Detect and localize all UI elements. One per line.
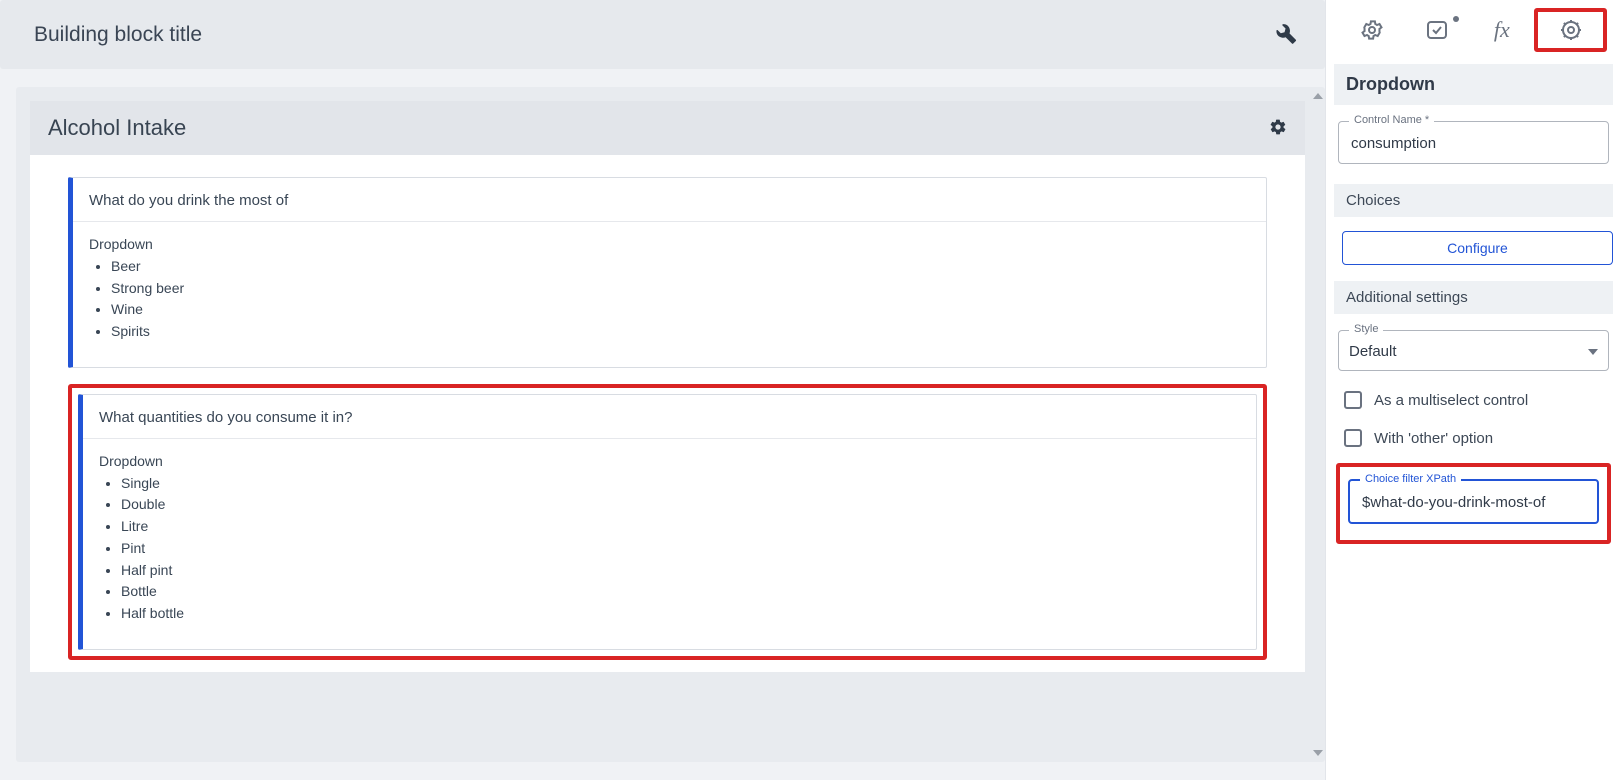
- multiselect-label: As a multiselect control: [1374, 392, 1528, 409]
- style-select[interactable]: Style Default: [1338, 330, 1609, 371]
- option-item: Half bottle: [121, 603, 1240, 625]
- option-item: Single: [121, 473, 1240, 495]
- xpath-field[interactable]: Choice filter XPath: [1348, 479, 1599, 524]
- style-value: Default: [1349, 343, 1588, 360]
- question-options: Beer Strong beer Wine Spirits: [93, 256, 1250, 343]
- other-option-checkbox[interactable]: With 'other' option: [1334, 419, 1613, 457]
- canvas: Alcohol Intake What do you drink the mos…: [16, 87, 1325, 762]
- panel-title: Dropdown: [1334, 64, 1613, 105]
- option-item: Half pint: [121, 560, 1240, 582]
- section-title: Alcohol Intake: [48, 115, 186, 141]
- multiselect-checkbox[interactable]: As a multiselect control: [1334, 381, 1613, 419]
- page-title: Building block title: [34, 23, 202, 47]
- section-header: Alcohol Intake: [30, 101, 1305, 155]
- question-type: Dropdown: [99, 453, 1240, 469]
- other-option-label: With 'other' option: [1374, 430, 1493, 447]
- option-item: Pint: [121, 538, 1240, 560]
- question-type: Dropdown: [89, 236, 1250, 252]
- option-item: Wine: [111, 299, 1250, 321]
- xpath-input[interactable]: [1360, 493, 1587, 512]
- xpath-label: Choice filter XPath: [1360, 473, 1461, 485]
- scroll-down-icon[interactable]: [1313, 750, 1323, 756]
- sidebar-tabs: fx: [1334, 8, 1613, 60]
- question-card[interactable]: What do you drink the most of Dropdown B…: [68, 177, 1267, 368]
- option-item: Litre: [121, 516, 1240, 538]
- question-title: What quantities do you consume it in?: [83, 395, 1256, 439]
- option-item: Bottle: [121, 581, 1240, 603]
- tab-validation[interactable]: [1405, 8, 1470, 52]
- tab-formula[interactable]: fx: [1470, 8, 1535, 52]
- option-item: Strong beer: [111, 278, 1250, 300]
- control-name-field[interactable]: Control Name *: [1338, 121, 1609, 164]
- checkbox-icon[interactable]: [1344, 391, 1362, 409]
- choices-header: Choices: [1334, 184, 1613, 217]
- question-options: Single Double Litre Pint Half pint Bottl…: [103, 473, 1240, 625]
- tab-general[interactable]: [1340, 8, 1405, 52]
- wrench-icon[interactable]: [1275, 22, 1297, 47]
- highlight-frame: Choice filter XPath: [1336, 463, 1611, 544]
- option-item: Double: [121, 494, 1240, 516]
- checkbox-icon[interactable]: [1344, 429, 1362, 447]
- option-item: Spirits: [111, 321, 1250, 343]
- titlebar: Building block title: [0, 0, 1325, 69]
- gear-icon[interactable]: [1269, 118, 1287, 139]
- option-item: Beer: [111, 256, 1250, 278]
- configure-button[interactable]: Configure: [1342, 231, 1613, 265]
- tab-advanced[interactable]: [1534, 8, 1607, 52]
- properties-sidebar: fx Dropdown Control Name * Choices Confi…: [1325, 0, 1621, 780]
- style-label: Style: [1349, 323, 1383, 335]
- question-title: What do you drink the most of: [73, 178, 1266, 222]
- additional-header: Additional settings: [1334, 281, 1613, 314]
- section-card: Alcohol Intake What do you drink the mos…: [30, 101, 1305, 672]
- highlight-frame: What quantities do you consume it in? Dr…: [68, 384, 1267, 660]
- scroll-up-icon[interactable]: [1313, 93, 1323, 99]
- scrollbar[interactable]: [1313, 93, 1323, 756]
- chevron-down-icon: [1588, 349, 1598, 355]
- question-card-selected[interactable]: What quantities do you consume it in? Dr…: [78, 394, 1257, 650]
- fx-icon: fx: [1494, 17, 1510, 43]
- control-name-label: Control Name *: [1349, 114, 1434, 126]
- control-name-input[interactable]: [1349, 134, 1598, 153]
